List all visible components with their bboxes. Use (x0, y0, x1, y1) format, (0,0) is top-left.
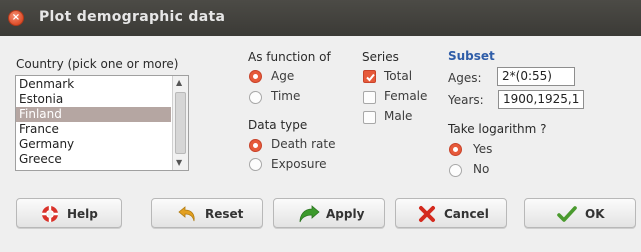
data-type-label: Data type (248, 118, 308, 132)
radio-log-yes-label[interactable]: Yes (473, 142, 492, 156)
check-icon (366, 73, 375, 82)
ok-button-label: OK (585, 207, 605, 221)
window-title: Plot demographic data (39, 9, 226, 25)
list-item[interactable]: France (16, 122, 171, 137)
list-item[interactable]: Finland (16, 107, 171, 122)
cancel-button[interactable]: Cancel (395, 198, 507, 228)
checkbox-male[interactable] (363, 111, 376, 124)
scrollbar-thumb[interactable] (175, 92, 186, 154)
radio-log-no[interactable] (449, 164, 462, 177)
ages-input[interactable]: 2*(0:55) (497, 67, 575, 86)
x-cross-icon (419, 206, 435, 222)
cancel-button-label: Cancel (444, 207, 489, 221)
checkmark-icon (557, 206, 577, 222)
radio-age[interactable] (249, 70, 262, 83)
ages-label: Ages: (448, 71, 482, 85)
ok-button[interactable]: OK (524, 198, 636, 228)
checkbox-female-label[interactable]: Female (384, 89, 427, 103)
country-scrollbar[interactable]: ▲ ▼ (172, 76, 188, 170)
radio-age-label[interactable]: Age (271, 69, 294, 83)
radio-death-rate[interactable] (249, 139, 262, 152)
radio-log-yes[interactable] (449, 143, 462, 156)
checkbox-total-label[interactable]: Total (384, 69, 412, 83)
radio-exposure-label[interactable]: Exposure (271, 157, 327, 171)
help-button[interactable]: Help (16, 198, 122, 228)
lifebuoy-icon (42, 206, 58, 222)
reset-button-label: Reset (205, 207, 244, 221)
list-item[interactable]: Denmark (16, 77, 171, 92)
checkbox-male-label[interactable]: Male (384, 109, 412, 123)
scroll-up-icon[interactable]: ▲ (176, 78, 182, 87)
radio-death-rate-label[interactable]: Death rate (271, 137, 335, 151)
subset-heading: Subset (448, 49, 495, 63)
series-label: Series (362, 50, 399, 64)
radio-time[interactable] (249, 91, 262, 104)
as-function-of-label: As function of (248, 50, 331, 64)
apply-button-label: Apply (326, 207, 365, 221)
radio-log-no-label[interactable]: No (473, 162, 489, 176)
forward-arrow-icon (299, 205, 320, 223)
years-input[interactable]: 1900,1925,1 (498, 90, 584, 109)
apply-button[interactable]: Apply (273, 198, 385, 228)
title-bar: × Plot demographic data (0, 0, 641, 36)
country-label: Country (pick one or more) (16, 57, 179, 71)
radio-exposure[interactable] (249, 158, 262, 171)
years-label: Years: (448, 93, 484, 107)
list-item[interactable]: Germany (16, 137, 171, 152)
country-listbox[interactable]: Denmark Estonia Finland France Germany G… (15, 75, 189, 171)
list-item[interactable]: Estonia (16, 92, 171, 107)
reset-button[interactable]: Reset (151, 198, 263, 228)
list-item[interactable]: Greece (16, 152, 171, 167)
checkbox-total[interactable] (363, 70, 376, 83)
radio-time-label[interactable]: Time (271, 89, 300, 103)
scroll-down-icon[interactable]: ▼ (176, 158, 182, 167)
logarithm-label: Take logarithm ? (448, 122, 547, 136)
checkbox-female[interactable] (363, 91, 376, 104)
close-icon[interactable]: × (8, 10, 24, 26)
help-button-label: Help (67, 207, 98, 221)
undo-arrow-icon (178, 206, 195, 222)
